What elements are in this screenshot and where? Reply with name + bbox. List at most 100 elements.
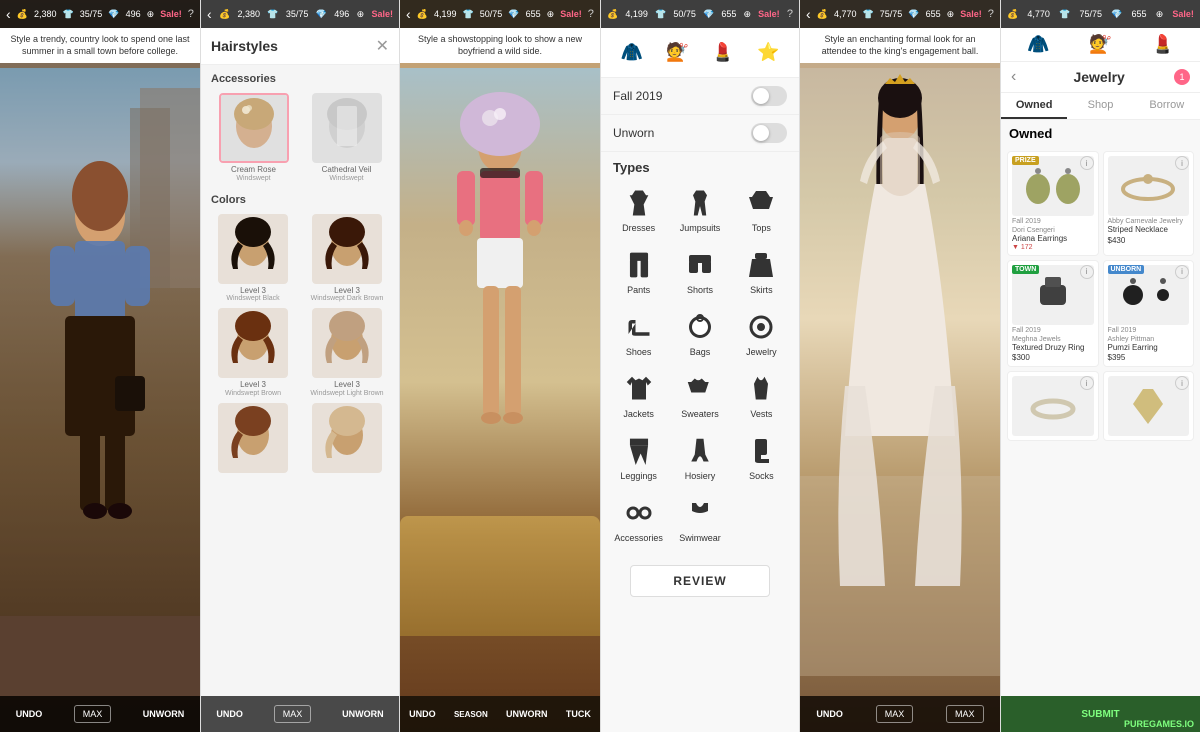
type-vests[interactable]: Vests — [732, 365, 791, 425]
nav-back-5[interactable]: ‹ — [806, 6, 811, 22]
undo-btn-5[interactable]: UNDO — [816, 709, 843, 719]
jewelry-name-0: Ariana Earrings — [1012, 234, 1094, 244]
nav-back-2[interactable]: ‹ — [207, 6, 212, 22]
items-2: 35/75 — [286, 9, 309, 19]
type-swimwear[interactable]: Swimwear — [670, 489, 729, 549]
type-tops[interactable]: Tops — [732, 179, 791, 239]
review-button[interactable]: REVIEW — [630, 565, 770, 597]
color-item-3[interactable]: Level 3 Windswept Light Brown — [303, 308, 391, 397]
items-icon-4: 👕 — [655, 9, 666, 20]
tuck-btn-3[interactable]: TUCK — [566, 709, 591, 719]
color-item-5[interactable] — [303, 403, 391, 473]
type-skirts[interactable]: Skirts — [732, 241, 791, 301]
type-bags[interactable]: Bags — [670, 303, 729, 363]
plus-icon-5[interactable]: ⊕ — [947, 9, 955, 20]
color-name-0: Windswept Black — [209, 295, 297, 302]
close-hairstyles[interactable]: ✕ — [376, 36, 389, 56]
diamonds-3: 655 — [526, 9, 541, 19]
skirt-icon — [743, 247, 779, 283]
unworn-toggle[interactable] — [751, 123, 787, 143]
plus-icon-1[interactable]: ⊕ — [147, 9, 155, 20]
makeup-tab[interactable]: 💄 — [712, 42, 734, 63]
jewelry-title: Jewelry — [1024, 69, 1174, 85]
makeup-tab-6[interactable]: 💄 — [1152, 34, 1174, 55]
hair-item-1[interactable]: Cathedral Veil Windswept — [302, 93, 391, 182]
type-accessories[interactable]: Accessories — [609, 489, 668, 549]
type-jackets[interactable]: Jackets — [609, 365, 668, 425]
help-1[interactable]: ? — [188, 8, 194, 20]
type-shorts[interactable]: Shorts — [670, 241, 729, 301]
info-btn-3[interactable]: i — [1175, 265, 1189, 279]
type-jumpsuits[interactable]: Jumpsuits — [670, 179, 729, 239]
color-item-4[interactable] — [209, 403, 297, 473]
max-btn-5a[interactable]: MAX — [876, 705, 914, 723]
type-dresses[interactable]: Dresses — [609, 179, 668, 239]
info-btn-2[interactable]: i — [1080, 265, 1094, 279]
nav-back-1[interactable]: ‹ — [6, 6, 11, 22]
type-hosiery[interactable]: Hosiery — [670, 427, 729, 487]
plus-icon-2[interactable]: ⊕ — [357, 9, 365, 20]
jewelry-item-5[interactable]: i — [1103, 371, 1195, 441]
jewelry-item-4[interactable]: i — [1007, 371, 1099, 441]
leggings-label: Leggings — [620, 471, 657, 481]
season-btn-3[interactable]: SEASON — [454, 710, 488, 719]
unworn-btn-2[interactable]: UNWORN — [342, 709, 384, 719]
jewelry-item-3[interactable]: UNBORN i Fall 2019 Ashley Pittman Pumzi … — [1103, 260, 1195, 368]
type-jewelry[interactable]: Jewelry — [732, 303, 791, 363]
coins-6: 4,770 — [1027, 9, 1050, 19]
max-btn-5b[interactable]: MAX — [946, 705, 984, 723]
submit-btn[interactable]: SUBMIT — [1081, 709, 1119, 720]
help-5[interactable]: ? — [988, 8, 994, 20]
hair-tab-6[interactable]: 💇 — [1089, 34, 1111, 55]
color-item-2[interactable]: Level 3 Windswept Brown — [209, 308, 297, 397]
undo-btn-1[interactable]: UNDO — [16, 709, 43, 719]
items-icon-1: 👕 — [63, 9, 74, 20]
accessory-sublabel-1: Windswept — [302, 175, 391, 182]
tab-owned[interactable]: Owned — [1001, 93, 1067, 119]
bags-label: Bags — [690, 347, 711, 357]
jewelry-item-2[interactable]: TOWN i Fall 2019 Meghna Jewels Textured … — [1007, 260, 1099, 368]
nav-back-3[interactable]: ‹ — [406, 6, 411, 22]
help-3[interactable]: ? — [588, 8, 594, 20]
jewelry-item-1[interactable]: i Abby Carnevale Jewelry Striped Necklac… — [1103, 151, 1195, 256]
type-shoes[interactable]: Shoes — [609, 303, 668, 363]
diamonds-1: 496 — [126, 9, 141, 19]
undo-btn-2[interactable]: UNDO — [216, 709, 243, 719]
jewelry-item-0[interactable]: PRIZE i Fall 2019 Dori Csengeri Ariana E… — [1007, 151, 1099, 256]
unworn-btn-1[interactable]: UNWORN — [143, 709, 185, 719]
info-btn-1[interactable]: i — [1175, 156, 1189, 170]
plus-icon-4[interactable]: ⊕ — [744, 9, 752, 20]
unworn-btn-3[interactable]: UNWORN — [506, 709, 548, 719]
hanger-tab[interactable]: 🧥 — [621, 42, 643, 63]
info-btn-0[interactable]: i — [1080, 156, 1094, 170]
tab-borrow[interactable]: Borrow — [1134, 93, 1200, 119]
jewelry-back-btn[interactable]: ‹ — [1011, 68, 1016, 86]
shorts-icon — [682, 247, 718, 283]
plus-icon-3[interactable]: ⊕ — [547, 9, 555, 20]
clothing-filter-panel: 💰 4,199 👕 50/75 💎 655 ⊕ Sale! ? 🧥 💇 💄 ⭐ … — [600, 0, 800, 732]
fall-toggle[interactable] — [751, 86, 787, 106]
jewelry-panel: 💰 4,770 👕 75/75 💎 655 ⊕ Sale! 🧥 💇 💄 ‹ Je… — [1000, 0, 1200, 732]
max-btn-2[interactable]: MAX — [274, 705, 312, 723]
help-4: ? — [787, 8, 793, 20]
sale-badge-6: Sale! — [1172, 9, 1194, 19]
info-btn-4[interactable]: i — [1080, 376, 1094, 390]
color-item-0[interactable]: Level 3 Windswept Black — [209, 214, 297, 303]
type-socks[interactable]: Socks — [732, 427, 791, 487]
items-6: 75/75 — [1079, 9, 1102, 19]
type-pants[interactable]: Pants — [609, 241, 668, 301]
color-item-1[interactable]: Level 3 Windswept Dark Brown — [303, 214, 391, 303]
plus-icon-6[interactable]: ⊕ — [1156, 9, 1164, 20]
colors-label: Colors — [201, 186, 399, 210]
hanger-tab-6[interactable]: 🧥 — [1027, 34, 1049, 55]
max-btn-1[interactable]: MAX — [74, 705, 112, 723]
tab-shop[interactable]: Shop — [1067, 93, 1133, 119]
type-sweaters[interactable]: Sweaters — [670, 365, 729, 425]
accessories-grid: Cream Rose Windswept Cathedral Veil Wind… — [201, 89, 399, 186]
star-tab[interactable]: ⭐ — [757, 42, 779, 63]
type-leggings[interactable]: Leggings — [609, 427, 668, 487]
undo-btn-3[interactable]: UNDO — [409, 709, 436, 719]
status-bar-5: ‹ 💰 4,770 👕 75/75 💎 655 ⊕ Sale! ? — [800, 0, 1000, 28]
hair-item-0[interactable]: Cream Rose Windswept — [209, 93, 298, 182]
hair-tab[interactable]: 💇 — [666, 42, 688, 63]
